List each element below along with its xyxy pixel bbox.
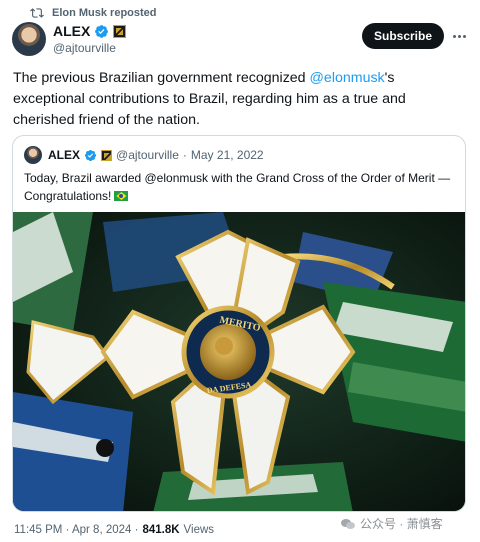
quoted-author-handle: @ajtourville	[116, 148, 179, 162]
quoted-author-avatar	[24, 146, 42, 164]
more-dots-icon[interactable]	[450, 24, 468, 48]
verified-badge-icon	[84, 149, 97, 161]
repost-icon	[30, 8, 44, 18]
wechat-channel-icon	[341, 518, 355, 529]
post-header: ALEX @ajtourville Subscribe	[12, 22, 468, 58]
post-text: The previous Brazilian government recogn…	[13, 68, 468, 131]
author-name[interactable]: ALEX	[53, 23, 90, 39]
repost-text: Elon Musk reposted	[52, 7, 157, 19]
affiliate-badge-icon[interactable]	[113, 24, 127, 38]
quoted-post-text: Today, Brazil awarded @elonmusk with the…	[24, 169, 456, 205]
mention-link[interactable]: @elonmusk	[310, 70, 385, 86]
quoted-post-date: May 21, 2022	[190, 148, 264, 162]
quoted-post-header: ALEX @ajtourville · May 21, 2022	[24, 146, 264, 164]
views-label: Views	[183, 524, 215, 536]
separator: ·	[182, 148, 187, 162]
author-avatar[interactable]	[12, 22, 46, 56]
medal-photo: MERITO DA DEFESA	[13, 212, 465, 511]
quoted-post[interactable]: ALEX @ajtourville · May 21, 2022 Today, …	[12, 135, 466, 512]
repost-indicator[interactable]: Elon Musk reposted	[30, 5, 157, 21]
author-name-line: ALEX	[53, 23, 127, 39]
post-text-before: The previous Brazilian government recogn…	[13, 70, 310, 86]
quoted-post-image[interactable]: MERITO DA DEFESA	[13, 212, 465, 511]
watermark-text: 公众号 · 萧慎客	[360, 517, 443, 531]
post-metadata: 11:45 PM · Apr 8, 2024 · 841.8K Views	[14, 524, 214, 536]
subscribe-button[interactable]: Subscribe	[362, 23, 444, 49]
quoted-text-body: Today, Brazil awarded @elonmusk with the…	[24, 171, 451, 203]
views-count: 841.8K	[142, 524, 180, 536]
post-timestamp[interactable]: 11:45 PM · Apr 8, 2024 ·	[14, 524, 138, 536]
verified-badge-icon[interactable]	[94, 24, 109, 39]
author-handle[interactable]: @ajtourville	[53, 41, 116, 55]
watermark: 公众号 · 萧慎客	[340, 515, 443, 532]
brazil-flag-icon	[114, 191, 129, 201]
quoted-author-name: ALEX	[48, 148, 81, 162]
affiliate-badge-icon	[101, 149, 113, 161]
